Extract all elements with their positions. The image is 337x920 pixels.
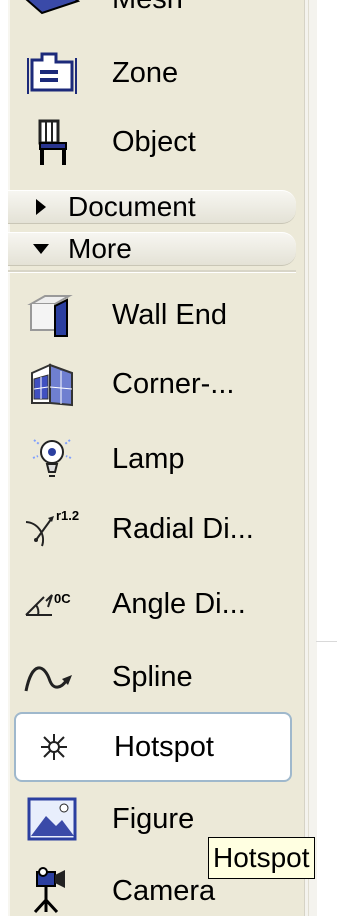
tool-wall-end[interactable]: Wall End	[12, 286, 292, 344]
figure-icon	[22, 794, 82, 844]
tool-label: Object	[112, 125, 196, 158]
tool-angle-dimension[interactable]: 0C Angle Di...	[12, 575, 292, 633]
edge-line	[308, 0, 309, 916]
camera-icon	[22, 866, 82, 916]
tool-label: Hotspot	[114, 730, 214, 763]
triangle-right-icon	[28, 197, 54, 217]
svg-text:0C: 0C	[54, 591, 71, 606]
spline-icon	[22, 652, 82, 702]
tool-label: Radial Di...	[112, 512, 254, 545]
section-more[interactable]: More	[8, 232, 296, 266]
panel-edge	[8, 0, 10, 916]
corner-window-icon	[22, 359, 82, 409]
svg-text:r1.2: r1.2	[56, 508, 79, 523]
tool-label: Wall End	[112, 298, 227, 331]
tool-label: Spline	[112, 660, 193, 693]
tool-label: Camera	[112, 874, 216, 907]
section-divider	[8, 270, 296, 273]
hotspot-icon	[24, 722, 84, 772]
tool-mesh[interactable]: Mesh	[12, 0, 292, 28]
wall-end-icon	[22, 290, 82, 340]
object-icon	[22, 117, 82, 167]
tool-object[interactable]: Object	[12, 113, 292, 171]
zone-icon	[22, 48, 82, 98]
tool-label: Mesh	[112, 0, 183, 16]
tool-radial-dimension[interactable]: r1.2 Radial Di...	[12, 500, 292, 558]
radial-dimension-icon: r1.2	[22, 504, 82, 554]
panel-scroll-edge	[304, 0, 317, 916]
section-label: Document	[68, 191, 196, 222]
tool-label: Figure	[112, 802, 195, 835]
lamp-icon	[22, 434, 82, 484]
tool-label: Angle Di...	[112, 587, 246, 620]
section-label: More	[68, 233, 132, 264]
mesh-icon	[22, 0, 82, 24]
tool-spline[interactable]: Spline	[12, 648, 292, 706]
triangle-down-icon	[28, 242, 54, 256]
tool-lamp[interactable]: Lamp	[12, 430, 292, 488]
hotspot-tooltip: Hotspot	[208, 837, 315, 879]
tool-label: Corner-...	[112, 367, 235, 400]
separator-line	[316, 641, 337, 642]
angle-dimension-icon: 0C	[22, 579, 82, 629]
tool-label: Zone	[112, 56, 179, 89]
tool-hotspot[interactable]: Hotspot	[14, 712, 292, 782]
tool-label: Lamp	[112, 442, 185, 475]
section-document[interactable]: Document	[8, 190, 296, 224]
tool-corner-window[interactable]: Corner-...	[12, 355, 292, 413]
tool-zone[interactable]: Zone	[12, 44, 292, 102]
